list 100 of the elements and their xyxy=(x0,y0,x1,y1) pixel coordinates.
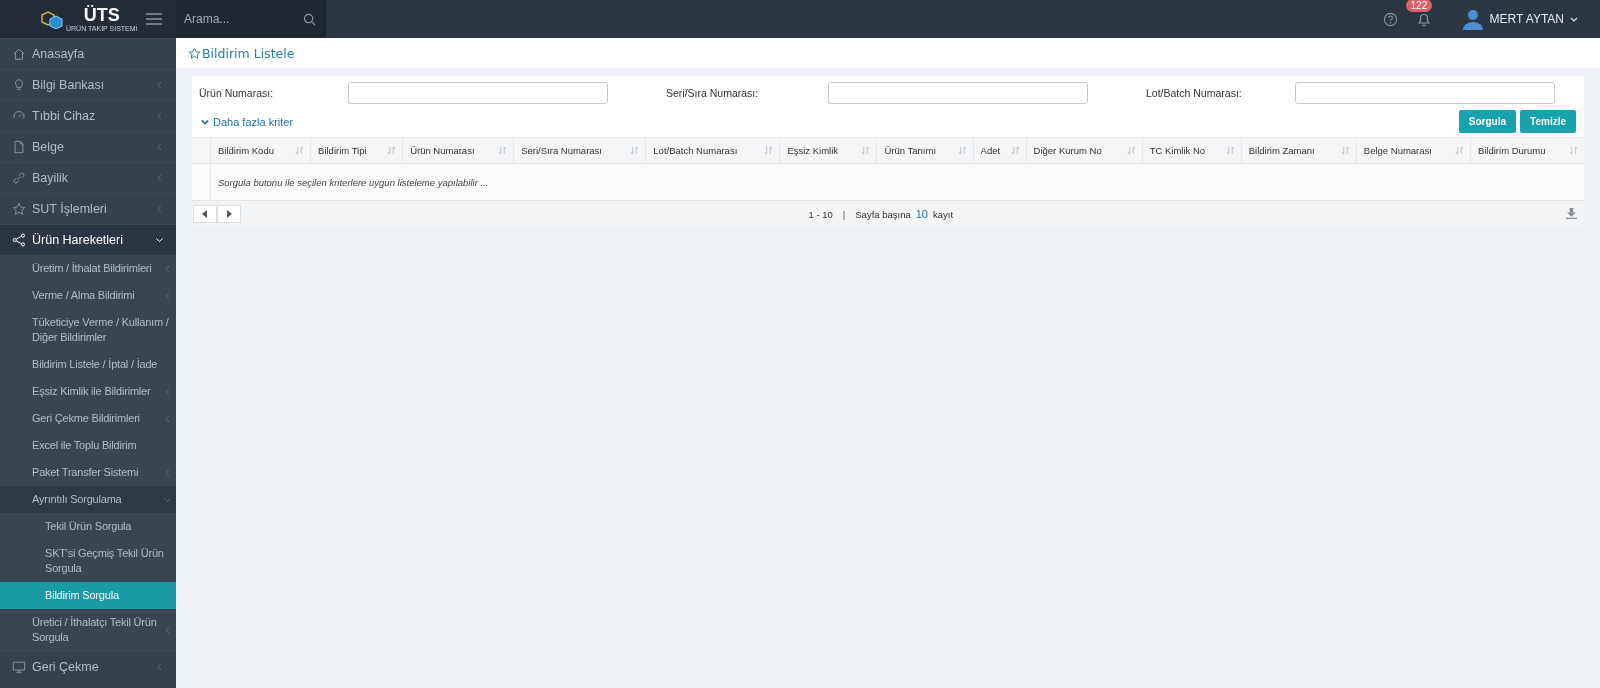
sidebar-item[interactable]: SKT'si Geçmiş Tekil Ürün Sorgula xyxy=(0,540,176,582)
page-title: Bildirim Listele xyxy=(202,45,295,61)
caret-icon xyxy=(163,497,172,502)
next-page-button[interactable] xyxy=(217,204,241,223)
sort-icon xyxy=(861,146,871,155)
menu-icon[interactable] xyxy=(146,13,162,25)
column-header[interactable]: Bildirim Zamanı xyxy=(1240,138,1356,163)
sidebar-item[interactable]: Ayrıntılı Sorgulama xyxy=(0,486,176,513)
help-icon[interactable] xyxy=(1382,11,1398,27)
user-avatar-icon xyxy=(1461,8,1484,30)
caret-icon xyxy=(165,414,170,423)
column-header[interactable]: Ürün Tanımı xyxy=(876,138,973,163)
field-label: Lot/Batch Numarası: xyxy=(1146,87,1243,99)
sidebar-item[interactable]: Belge xyxy=(0,131,176,162)
sort-icon xyxy=(498,146,508,155)
sort-icon xyxy=(1126,146,1136,155)
caret-icon xyxy=(165,264,170,273)
caret-icon xyxy=(157,143,162,151)
sort-icon xyxy=(1454,146,1464,155)
star-icon xyxy=(12,202,26,216)
lightbulb-icon xyxy=(12,78,26,92)
per-page-unit: kayıt xyxy=(933,208,954,220)
column-header[interactable]: Lot/Batch Numarası xyxy=(645,138,780,163)
download-icon[interactable] xyxy=(1566,208,1577,219)
caret-icon xyxy=(1570,16,1578,22)
sidebar-item[interactable]: Tüketiciye Verme / Kullanım / Diğer Bildirimler xyxy=(0,309,176,351)
sidebar-item[interactable]: Paket Transfer Sistemi xyxy=(0,459,176,486)
sidebar-item[interactable]: Eşsiz Kimlik ile Bildirimler xyxy=(0,378,176,405)
sidebar-item[interactable]: Üretim / İthalat Bildirimleri xyxy=(0,255,176,282)
caret-icon xyxy=(157,205,162,213)
home-icon xyxy=(12,47,26,61)
sidebar-item[interactable]: Üretici / İthalatçı Tekil Ürün Sorgula xyxy=(0,609,176,651)
sort-icon xyxy=(764,146,774,155)
sidebar-item[interactable]: Ürün Hareketleri xyxy=(0,224,176,255)
column-header[interactable]: Seri/Sıra Numarası xyxy=(513,138,646,163)
caret-icon xyxy=(165,387,170,396)
query-button[interactable]: Sorgula xyxy=(1458,110,1517,133)
caret-icon xyxy=(157,174,162,182)
clear-button[interactable]: Temizle xyxy=(1520,110,1576,133)
caret-icon xyxy=(165,626,170,634)
caret-icon xyxy=(157,663,162,671)
sort-icon xyxy=(295,146,305,155)
sort-icon xyxy=(1569,146,1578,155)
document-icon xyxy=(12,140,26,154)
caret-icon xyxy=(157,112,162,120)
caret-icon xyxy=(165,291,170,300)
sidebar-item[interactable]: Excel ile Toplu Bildirim xyxy=(0,432,176,459)
sidebar-item[interactable]: Tıbbi Cihaz xyxy=(0,100,176,131)
column-header[interactable]: TC Kimlik No xyxy=(1141,138,1241,163)
sidebar-item[interactable]: Geri Çekme xyxy=(0,651,176,682)
sidebar-item[interactable]: Geri Çekme Bildirimleri xyxy=(0,405,176,432)
per-page-value[interactable]: 10 xyxy=(915,207,928,220)
user-menu[interactable]: MERT AYTAN xyxy=(1461,8,1578,30)
triangle-right-icon xyxy=(226,209,232,218)
sidebar-item[interactable]: Bilgi Bankası xyxy=(0,69,176,100)
input-field[interactable] xyxy=(1295,82,1555,104)
chevron-down-icon xyxy=(201,118,209,125)
column-header[interactable]: Eşsiz Kimlik xyxy=(779,138,877,163)
link-icon xyxy=(12,171,26,185)
column-header[interactable]: Bildirim Kodu xyxy=(210,138,311,163)
separator-text: | xyxy=(842,208,846,220)
sort-icon xyxy=(1010,146,1020,155)
monitor-icon xyxy=(12,660,26,674)
sidebar-item[interactable]: Tekil Ürün Sorgula xyxy=(0,513,176,540)
sidebar-item[interactable]: Bayilik xyxy=(0,162,176,193)
more-criteria-link[interactable]: Daha fazla kriter xyxy=(201,115,294,128)
column-header[interactable]: Diğer Kurum No xyxy=(1025,138,1142,163)
input-field[interactable] xyxy=(348,82,608,104)
sort-icon xyxy=(1225,146,1235,155)
sidebar-item[interactable]: Bildirim Listele / İptal / İade xyxy=(0,351,176,378)
field-label: Ürün Numarası: xyxy=(199,87,275,99)
caret-icon xyxy=(165,468,170,477)
column-header[interactable]: Bildirim Durumu xyxy=(1469,138,1584,163)
page-range: 1 - 10 xyxy=(808,208,833,220)
caret-icon xyxy=(157,81,162,89)
field-label: Seri/Sıra Numarası: xyxy=(666,87,760,99)
triangle-left-icon xyxy=(202,209,208,218)
search-box[interactable]: Arama... xyxy=(176,0,326,38)
bell-icon[interactable] xyxy=(1415,11,1432,27)
input-field[interactable] xyxy=(828,82,1088,104)
sort-icon xyxy=(957,146,967,155)
column-header[interactable]: Belge Numarası xyxy=(1355,138,1470,163)
sort-icon xyxy=(387,146,397,155)
column-header[interactable]: Ürün Numarası xyxy=(402,138,514,163)
column-header[interactable]: Adet xyxy=(972,138,1026,163)
previous-page-button[interactable] xyxy=(193,204,217,223)
star-icon[interactable] xyxy=(188,46,201,60)
sort-icon xyxy=(630,146,640,155)
search-field[interactable]: Arama... xyxy=(184,4,303,34)
per-page-label: Sayfa başına xyxy=(855,208,911,220)
search-icon[interactable] xyxy=(303,12,316,26)
column-header[interactable]: Bildirim Tipi xyxy=(310,138,403,163)
empty-message: Sorgula butonu ile seçilen kriterlere uygun listeleme yapılabilir ... xyxy=(217,176,489,188)
notification-badge: 122 xyxy=(1405,0,1433,12)
share-icon xyxy=(12,233,26,247)
caret-icon xyxy=(155,237,164,243)
sidebar-item[interactable]: Bildirim Sorgula xyxy=(0,582,176,609)
sort-icon xyxy=(1340,146,1350,155)
cubes-icon xyxy=(40,9,64,29)
sidebar-item[interactable]: Verme / Alma Bildirimi xyxy=(0,282,176,309)
